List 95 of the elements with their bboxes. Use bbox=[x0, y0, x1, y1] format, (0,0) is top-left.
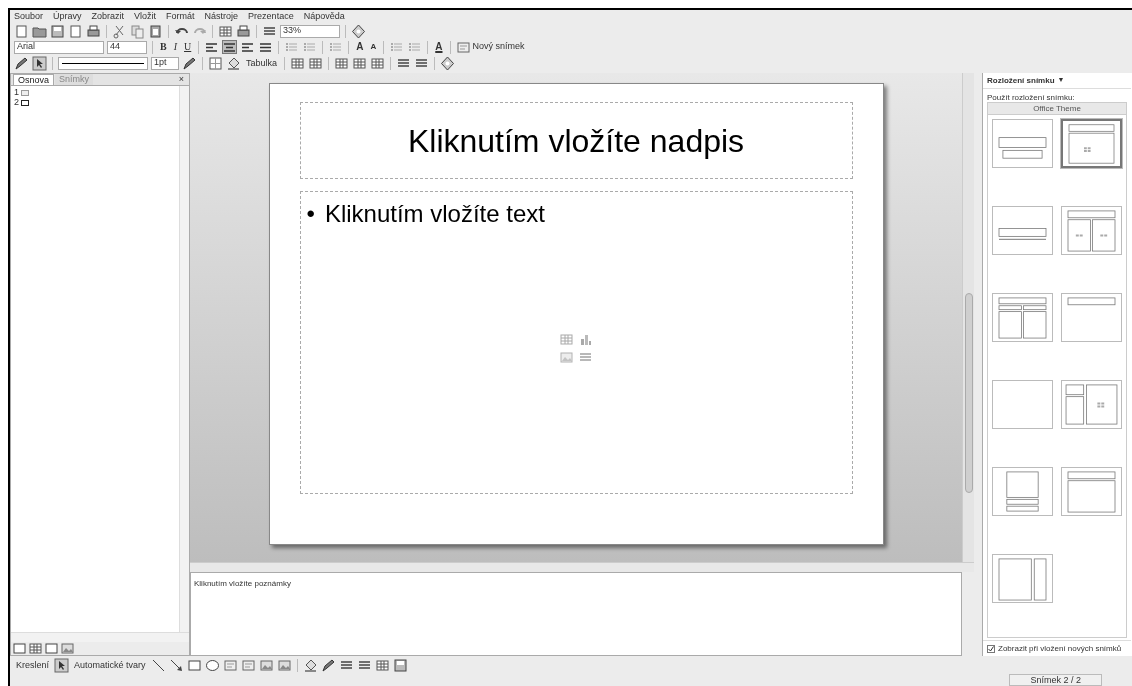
table-icon[interactable] bbox=[218, 23, 233, 39]
pointer-icon[interactable] bbox=[32, 55, 47, 71]
group-header: Office Theme bbox=[988, 103, 1126, 115]
layout-thumbnail[interactable] bbox=[992, 467, 1053, 516]
pane-tab[interactable]: Osnova bbox=[13, 74, 55, 85]
align-icon bbox=[206, 42, 218, 52]
menu-item[interactable]: Úpravy bbox=[53, 9, 82, 24]
scrollbar[interactable] bbox=[11, 632, 189, 642]
menu-item[interactable]: Vložit bbox=[134, 9, 157, 24]
table-icon[interactable] bbox=[334, 55, 350, 71]
pane-title: Rozložení snímku bbox=[987, 74, 1055, 87]
dropdown[interactable]: 1pt bbox=[151, 56, 179, 70]
rectangle-icon[interactable] bbox=[12, 641, 27, 656]
menu-item[interactable]: Soubor bbox=[14, 9, 44, 24]
checkbox[interactable] bbox=[987, 644, 995, 653]
title-placeholder[interactable]: Kliknutím vložíte nadpis bbox=[299, 102, 853, 179]
paste-icon[interactable] bbox=[148, 23, 163, 39]
layout-thumbnail[interactable] bbox=[992, 293, 1053, 342]
ellipse-icon[interactable] bbox=[204, 657, 220, 673]
status-text: Snímek 2 / 2 bbox=[1009, 674, 1102, 686]
bold-button[interactable]: B bbox=[158, 42, 169, 52]
layout-thumbnail[interactable] bbox=[992, 119, 1053, 168]
line-style-dropdown[interactable] bbox=[58, 56, 148, 70]
printer-icon[interactable] bbox=[86, 23, 101, 39]
scrollbar[interactable] bbox=[190, 562, 974, 572]
diamond-icon[interactable] bbox=[440, 55, 456, 71]
dropdown[interactable]: 44 bbox=[107, 40, 147, 54]
fill-icon[interactable] bbox=[226, 55, 241, 71]
dropdown[interactable]: 33% bbox=[280, 24, 340, 38]
align-button[interactable] bbox=[258, 40, 274, 54]
table-menu-button[interactable]: Tabulka bbox=[244, 58, 280, 68]
align-button[interactable] bbox=[222, 40, 238, 54]
table-icon[interactable] bbox=[308, 55, 324, 71]
layout-thumbnail[interactable] bbox=[992, 554, 1053, 603]
textbox-icon[interactable] bbox=[240, 657, 256, 673]
autoshapes-menu-button[interactable]: Automatické tvary bbox=[72, 660, 148, 670]
align-icon bbox=[260, 42, 272, 52]
draw-menu-button[interactable]: Kreslení bbox=[14, 660, 52, 670]
close-button[interactable]: × bbox=[175, 74, 187, 85]
slide-body-text: Kliknutím vložíte text bbox=[324, 199, 545, 229]
document-icon[interactable] bbox=[14, 23, 29, 39]
underline-button[interactable]: U bbox=[182, 42, 194, 52]
table-icon[interactable] bbox=[28, 641, 43, 656]
italic-button[interactable]: I bbox=[171, 42, 179, 52]
bullet: • bbox=[306, 199, 315, 229]
printer-icon[interactable] bbox=[236, 23, 251, 39]
pointer-icon[interactable] bbox=[54, 657, 70, 673]
save-icon[interactable] bbox=[50, 23, 65, 39]
layout-thumbnail[interactable] bbox=[1061, 293, 1122, 342]
new-slide-button[interactable]: Nový snímek bbox=[455, 39, 525, 55]
table-icon[interactable] bbox=[370, 55, 386, 71]
layout-thumbnail[interactable] bbox=[1061, 206, 1122, 255]
notes-text: Kliknutím vložíte poznámky bbox=[194, 579, 291, 588]
table-icon[interactable] bbox=[352, 55, 368, 71]
menu-item[interactable]: Nástroje bbox=[204, 9, 239, 24]
slide-number: 1 bbox=[14, 86, 19, 99]
content-placeholder[interactable]: • Kliknutím vložíte text bbox=[299, 191, 853, 494]
menu-item[interactable]: Zobrazit bbox=[91, 9, 125, 24]
layout-thumbnail[interactable] bbox=[1061, 467, 1122, 516]
pencil-icon[interactable] bbox=[14, 55, 29, 71]
menu-item[interactable]: Nápověda bbox=[303, 9, 345, 24]
scrollbar[interactable] bbox=[179, 86, 189, 632]
font-color-button[interactable]: A bbox=[433, 42, 445, 52]
table-icon[interactable] bbox=[290, 55, 306, 71]
align-button[interactable] bbox=[240, 40, 256, 54]
line-icon[interactable] bbox=[150, 657, 166, 673]
diamond-icon[interactable] bbox=[351, 23, 366, 39]
menu-item[interactable]: Prezentace bbox=[248, 9, 294, 24]
pencil-icon[interactable] bbox=[182, 55, 197, 71]
dropdown[interactable]: Arial bbox=[14, 40, 104, 54]
grow-font-button[interactable]: A bbox=[354, 42, 366, 52]
slide-thumbnail[interactable] bbox=[21, 100, 29, 106]
shrink-font-button[interactable]: A bbox=[368, 43, 379, 51]
slide-title: Kliknutím vložíte nadpis bbox=[407, 121, 745, 161]
align-button[interactable] bbox=[204, 40, 220, 54]
align-icon bbox=[242, 42, 254, 52]
layout-thumbnail[interactable] bbox=[992, 380, 1053, 429]
copy-icon[interactable] bbox=[130, 23, 145, 39]
scrollbar[interactable] bbox=[962, 73, 974, 562]
table-icon[interactable] bbox=[374, 657, 390, 673]
slide-number: 2 bbox=[14, 96, 19, 110]
image-icon[interactable] bbox=[258, 657, 274, 673]
textbox-icon bbox=[455, 39, 471, 55]
slide-thumbnail[interactable] bbox=[21, 90, 29, 96]
fill-icon[interactable] bbox=[302, 657, 318, 673]
image-icon[interactable] bbox=[276, 657, 292, 673]
menu-item[interactable]: Formát bbox=[166, 9, 195, 24]
layout-thumbnail[interactable] bbox=[1061, 380, 1122, 429]
layout-thumbnail[interactable] bbox=[1061, 119, 1122, 168]
layout-thumbnail[interactable] bbox=[992, 206, 1053, 255]
arrow-icon[interactable] bbox=[168, 657, 184, 673]
save-icon[interactable] bbox=[392, 657, 408, 673]
checkbox-label: Zobrazit při vložení nových snímků bbox=[998, 642, 1122, 655]
pane-label: Použít rozložení snímku: bbox=[986, 92, 1076, 102]
align-icon bbox=[224, 42, 236, 52]
